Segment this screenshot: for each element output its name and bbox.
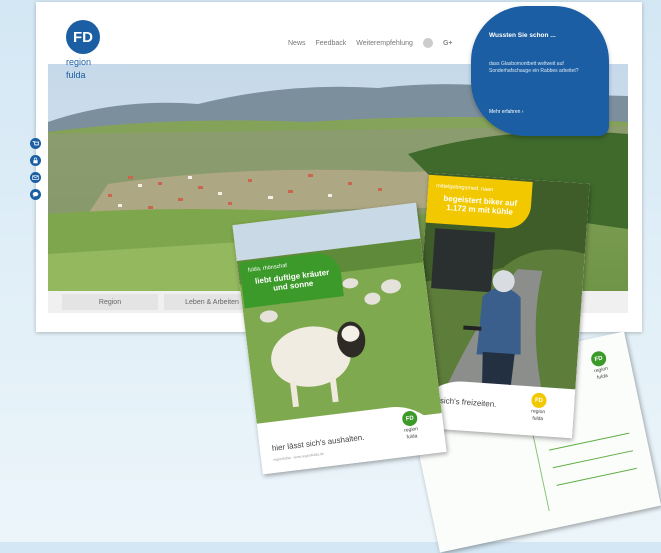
biker-headline-tag: mittelgebirgsmed. naan begeistert biker …: [425, 174, 533, 230]
sheep-logo-badge: FD: [401, 410, 419, 427]
biker-tag-small: mittelgebirgsmed. naan: [435, 183, 494, 194]
nav-feedback[interactable]: Feedback: [316, 40, 347, 47]
info-bubble: Wussten Sie schon ... dass Glasbomontbet…: [471, 6, 609, 136]
sheep-photo: [232, 202, 442, 436]
nav-recommend[interactable]: Weiterempfehlung: [356, 40, 413, 47]
google-plus-icon[interactable]: G+: [443, 40, 453, 47]
nav-news[interactable]: News: [288, 40, 306, 47]
sheep-flyer: fulda, rhönschaf liebt duftige kräuter u…: [232, 202, 447, 475]
lock-icon[interactable]: [30, 155, 41, 166]
mail-icon[interactable]: [30, 172, 41, 183]
biker-logo: FD region fulda: [530, 392, 547, 422]
cart-icon[interactable]: [30, 138, 41, 149]
biker-logo-line2: fulda: [532, 415, 544, 423]
biker-tag-big: begeistert biker auf 1.172 m mit kühle: [443, 193, 518, 217]
user-icon[interactable]: [422, 38, 433, 48]
top-navigation: News Feedback Weiterempfehlung G+: [288, 38, 453, 48]
sheep-tag-small: fulda, rhönschaf: [247, 262, 288, 274]
logo-line2: fulda: [66, 70, 86, 80]
side-icon-bar: [30, 138, 41, 200]
logo-line1: region: [66, 57, 92, 67]
bubble-body: dass Glasbomontbett weltweit auf Sonderh…: [489, 61, 579, 74]
biker-logo-badge: FD: [530, 392, 547, 409]
postcard-logo: FD region fulda: [589, 349, 611, 381]
chat-icon[interactable]: [30, 189, 41, 200]
site-logo[interactable]: FD region fulda: [66, 20, 126, 80]
logo-badge: FD: [66, 20, 100, 54]
bubble-more-link[interactable]: Mehr erfahren ›: [489, 109, 523, 115]
tab-region[interactable]: Region: [62, 294, 158, 310]
biker-logo-line1: region: [531, 408, 546, 416]
address-line: [556, 467, 637, 486]
address-line: [552, 450, 634, 469]
bubble-title: Wussten Sie schon ...: [489, 32, 556, 39]
